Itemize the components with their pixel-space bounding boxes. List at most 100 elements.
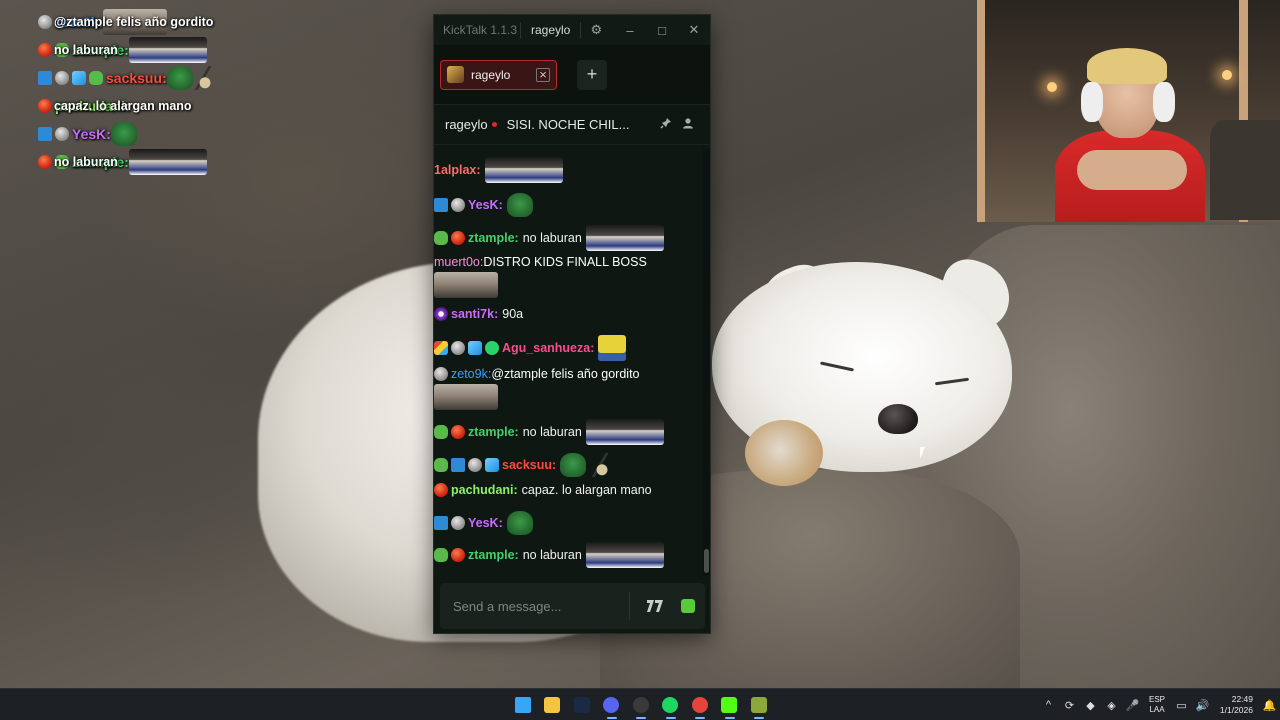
chat-username[interactable]: muert0o: — [434, 255, 483, 269]
windows-taskbar: ^ ⟳ ◆ ◈ 🎤 ESP LAA ▭ 🔊 22:49 1/1/2026 🔔 — [0, 688, 1280, 720]
overlay-chat-line: ztample: no laburan — [38, 36, 368, 64]
chat-username[interactable]: zeto9k: — [451, 367, 491, 381]
settings-gear-icon[interactable]: ⚙ — [581, 22, 611, 38]
title-bar[interactable]: KickTalk 1.1.3 rageylo ⚙ – □ ✕ — [434, 15, 710, 45]
emote-picker-icon[interactable] — [671, 591, 705, 621]
chat-message-text: DISTRO KIDS FINALL BOSS — [483, 255, 647, 269]
obs-glyph — [632, 697, 649, 713]
chat-badge-icon — [451, 548, 465, 562]
user-icon[interactable] — [677, 117, 699, 132]
kicktalk-glyph — [750, 697, 767, 713]
chat-message-text: @ztample felis año gordito — [491, 367, 640, 381]
chat-emote-image — [128, 149, 207, 175]
chevron-up-icon[interactable]: ^ — [1038, 699, 1059, 711]
chat-username[interactable]: 1alplax: — [434, 163, 481, 177]
chat-message-header: muert0o: DISTRO KIDS FINALL BOSS — [434, 255, 647, 269]
chat-emote-image — [192, 66, 217, 90]
chat-message[interactable]: muert0o: DISTRO KIDS FINALL BOSS — [434, 255, 647, 298]
spotify-icon[interactable] — [656, 689, 686, 720]
kick-icon[interactable] — [715, 689, 745, 720]
chat-username[interactable]: Agu_sanhueza: — [502, 341, 594, 355]
chat-emote-image — [506, 193, 533, 217]
chat-username[interactable]: YesK: — [468, 198, 503, 212]
add-tab-button[interactable]: + — [577, 59, 607, 90]
chat-badge-icon — [451, 198, 465, 212]
chat-message[interactable]: ztample: no laburan — [434, 225, 664, 251]
chat-username[interactable]: YesK: — [468, 516, 503, 530]
chat-emote-image — [128, 37, 207, 63]
overlay-chat-line: YesK: — [38, 120, 368, 148]
chat-message-list[interactable]: 1alplax: YesK: ztample: no laburan muert0o: D… — [434, 149, 704, 575]
chat-badge-icon — [434, 367, 448, 381]
webcam-pillar — [977, 0, 985, 222]
sync-icon[interactable]: ⟳ — [1059, 699, 1080, 712]
chat-emote-image — [166, 66, 193, 90]
chat-badge-icon — [485, 458, 499, 472]
obs-icon[interactable] — [626, 689, 656, 720]
chat-message[interactable]: zeto9k: @ztample felis año gordito — [434, 367, 640, 410]
chat-emote-image — [484, 157, 563, 183]
chat-message[interactable]: ztample: no laburan — [434, 419, 664, 445]
chat-badge-icon — [485, 341, 499, 355]
clock[interactable]: 22:49 1/1/2026 — [1213, 694, 1259, 716]
message-input[interactable] — [453, 598, 629, 614]
chat-username[interactable]: pachudani: — [451, 483, 518, 497]
overlay-message-text: no laburan — [54, 155, 118, 169]
channel-name: rageylo — [445, 117, 488, 132]
chat-message[interactable]: 1alplax: — [434, 157, 563, 183]
close-window-button[interactable]: ✕ — [678, 22, 710, 38]
discord-icon[interactable] — [597, 689, 627, 720]
chat-message[interactable]: santi7k: 90a — [434, 307, 523, 321]
chat-emote-image — [434, 384, 498, 410]
microphone-icon[interactable]: 🎤 — [1122, 699, 1143, 712]
minimize-button[interactable]: – — [614, 23, 646, 38]
chat-scrollbar-track[interactable] — [703, 149, 710, 575]
chat-badge-icon — [451, 516, 465, 530]
overlay-username: YesK: — [72, 126, 111, 142]
chat-badge-icon — [451, 231, 465, 245]
notification-bell-icon[interactable]: 🔔 — [1259, 699, 1280, 712]
chat-message[interactable]: ztample: no laburan — [434, 542, 664, 568]
chat-message[interactable]: YesK: — [434, 511, 533, 535]
chat-message[interactable]: pachudani: capaz. lo alargan mano — [434, 483, 652, 497]
chrome-icon[interactable] — [685, 689, 715, 720]
chat-message[interactable]: sacksuu: — [434, 453, 615, 477]
defender-icon[interactable]: ◆ — [1080, 699, 1101, 712]
spotify-glyph — [662, 697, 679, 713]
chat-message[interactable]: Agu_sanhueza: — [434, 335, 627, 361]
chat-username[interactable]: ztample: — [468, 548, 519, 562]
steam-icon[interactable] — [567, 689, 597, 720]
display-icon[interactable]: ▭ — [1171, 699, 1192, 712]
chat-scrollbar-thumb[interactable] — [704, 549, 709, 573]
chat-message[interactable]: YesK: — [434, 193, 533, 217]
close-tab-icon[interactable]: × — [536, 67, 550, 82]
chat-username[interactable]: sacksuu: — [502, 458, 556, 472]
channel-avatar — [447, 66, 464, 83]
chat-badge-icon — [451, 425, 465, 439]
volume-icon[interactable]: 🔊 — [1192, 699, 1213, 712]
chrome-glyph — [691, 697, 708, 713]
language-indicator[interactable]: ESP LAA — [1143, 695, 1171, 715]
chat-emote-image — [585, 542, 664, 568]
tab-rageylo[interactable]: rageylo × — [440, 59, 557, 90]
chat-badge-icon — [434, 198, 448, 212]
kicktalk-icon[interactable] — [744, 689, 774, 720]
chat-username[interactable]: ztample: — [468, 425, 519, 439]
windows-start-icon[interactable] — [508, 689, 538, 720]
kick-glyph — [721, 697, 738, 713]
chat-message-header: zeto9k: @ztample felis año gordito — [434, 367, 640, 381]
file-explorer-icon[interactable] — [538, 689, 568, 720]
chat-message-text: capaz. lo alargan mano — [521, 483, 652, 497]
overlay-chat-line: zeto9k: @ztample felis año gordito — [38, 8, 368, 36]
chat-username[interactable]: santi7k: — [451, 307, 498, 321]
chat-badge-icon — [434, 458, 448, 472]
chat-emote-image — [506, 511, 533, 535]
language-code: ESP — [1148, 695, 1165, 704]
chat-badge-icon — [434, 516, 448, 530]
maximize-button[interactable]: □ — [646, 23, 678, 38]
network-icon[interactable]: ◈ — [1101, 699, 1122, 712]
chat-emote-image — [590, 453, 615, 477]
pin-icon[interactable] — [655, 117, 677, 132]
chat-username[interactable]: ztample: — [468, 231, 519, 245]
seventv-emote-button[interactable] — [638, 591, 672, 621]
